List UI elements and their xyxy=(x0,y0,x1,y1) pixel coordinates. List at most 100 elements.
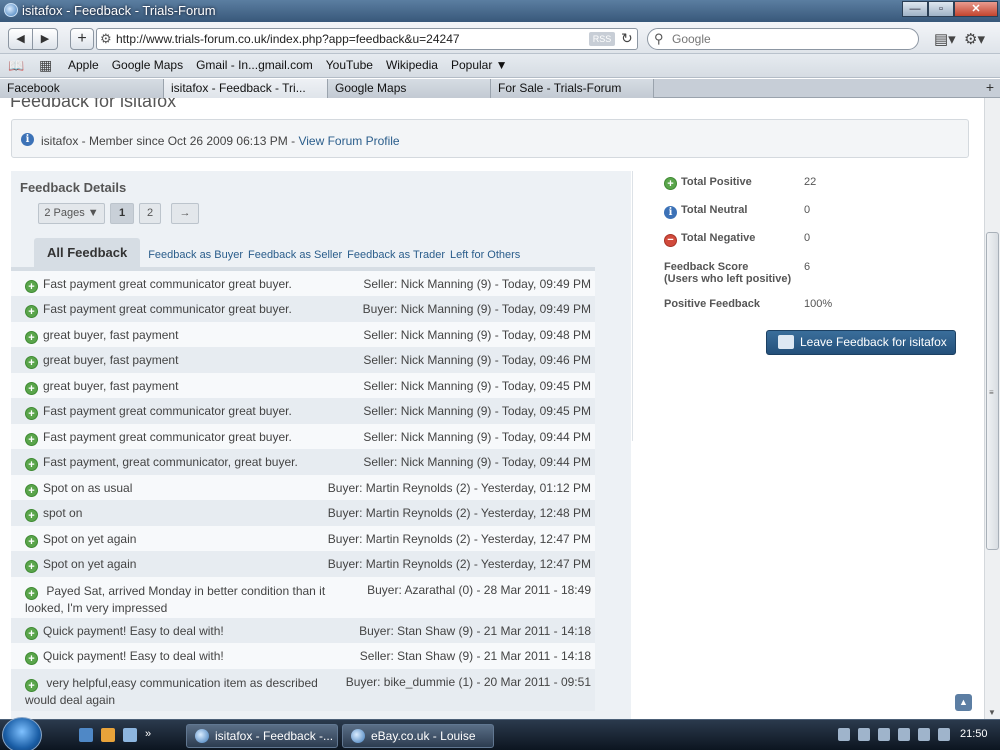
taskbar: » isitafox - Feedback -... eBay.co.uk - … xyxy=(0,717,1000,750)
address-bar[interactable]: ⚙ RSS ↻ xyxy=(96,28,638,50)
media-player-icon[interactable] xyxy=(101,728,115,742)
feedback-author: Buyer: Martin Reynolds (2) - Yesterday, … xyxy=(327,481,591,495)
tab-left-for-others[interactable]: Left for Others xyxy=(450,249,520,269)
gear-menu-icon[interactable]: ⚙▾ xyxy=(964,30,985,48)
tab-bar: Facebook isitafox - Feedback - Tri... Go… xyxy=(0,79,1000,98)
tab-for-sale[interactable]: For Sale - Trials-Forum xyxy=(491,79,654,98)
feedback-author: Buyer: Azarathal (0) - 28 Mar 2011 - 18:… xyxy=(367,583,591,597)
pages-dropdown[interactable]: 2 Pages ▼ xyxy=(38,203,105,224)
feedback-row: + spot on Buyer: Martin Reynolds (2) - Ye… xyxy=(11,500,595,526)
tray-icon-1[interactable] xyxy=(838,728,850,741)
member-info: isitafox - Member since Oct 26 2009 06:1… xyxy=(41,134,400,148)
forward-button[interactable]: ▶ xyxy=(33,28,58,50)
tab-feedback-as-seller[interactable]: Feedback as Seller xyxy=(248,249,342,269)
bookmark-youtube[interactable]: YouTube xyxy=(326,58,373,72)
bookmark-popular-menu[interactable]: Popular ▼ xyxy=(451,58,508,72)
page-title: Feedback for isitafox xyxy=(10,98,177,111)
taskbar-item-feedback[interactable]: isitafox - Feedback -... xyxy=(186,724,338,748)
site-settings-icon[interactable]: ⚙ xyxy=(100,31,112,47)
total-negative-value: 0 xyxy=(804,232,811,244)
feedback-comment: Fast payment great communicator great bu… xyxy=(43,430,292,444)
feedback-row: + great buyer, fast payment Seller: Nick … xyxy=(11,347,595,373)
volume-icon[interactable] xyxy=(938,728,950,741)
member-info-box: i isitafox - Member since Oct 26 2009 06… xyxy=(11,119,969,158)
positive-icon: + xyxy=(25,509,38,522)
network-icon[interactable] xyxy=(918,728,930,741)
vertical-scrollbar[interactable]: ≡ ▼ xyxy=(984,98,1000,719)
page-2-button[interactable]: 2 xyxy=(139,203,161,224)
close-button[interactable]: ✕ xyxy=(954,1,998,17)
add-bookmark-button[interactable]: + xyxy=(70,28,94,50)
window-title: isitafox - Feedback - Trials-Forum xyxy=(22,3,216,18)
bookmarks-bar: 📖 ▦ Apple Google Maps Gmail - In...gmail… xyxy=(0,54,1000,78)
positive-icon: + xyxy=(25,484,38,497)
tab-feedback-as-buyer[interactable]: Feedback as Buyer xyxy=(148,249,243,269)
bookmark-apple[interactable]: Apple xyxy=(68,58,99,72)
title-bar: isitafox - Feedback - Trials-Forum — ▫ ✕ xyxy=(0,0,1000,22)
feedback-comment: Fast payment, great communicator, great … xyxy=(43,455,298,469)
scroll-down-arrow-icon[interactable]: ▼ xyxy=(988,708,996,717)
tray-icon-2[interactable] xyxy=(858,728,870,741)
feedback-score-value: 6 xyxy=(804,261,811,273)
minimize-button[interactable]: — xyxy=(902,1,928,17)
rss-button[interactable]: RSS xyxy=(589,32,615,46)
browser-quicklaunch-icon[interactable] xyxy=(123,728,137,742)
positive-icon: + xyxy=(25,407,38,420)
feedback-comment: spot on xyxy=(43,506,83,520)
leave-feedback-label: Leave Feedback for isitafox xyxy=(800,335,947,349)
negative-icon: − xyxy=(664,234,677,247)
tray-icon-4[interactable] xyxy=(898,728,910,741)
maximize-button[interactable]: ▫ xyxy=(928,1,954,17)
tab-google-maps[interactable]: Google Maps xyxy=(328,79,491,98)
search-box[interactable]: ⚲ xyxy=(647,28,919,50)
tab-feedback[interactable]: isitafox - Feedback - Tri... xyxy=(164,79,328,98)
feedback-author: Seller: Nick Manning (9) - Today, 09:45 … xyxy=(363,404,591,418)
system-tray xyxy=(838,728,958,741)
back-button[interactable]: ◀ xyxy=(8,28,33,50)
leave-feedback-button[interactable]: Leave Feedback for isitafox xyxy=(766,330,956,355)
next-page-button[interactable]: → xyxy=(171,203,199,224)
feedback-author: Seller: Nick Manning (9) - Today, 09:46 … xyxy=(363,353,591,367)
page-menu-icon[interactable]: ▤▾ xyxy=(934,30,956,48)
new-tab-button[interactable]: + xyxy=(986,79,994,95)
tab-facebook[interactable]: Facebook xyxy=(0,79,164,98)
feedback-comment: Quick payment! Easy to deal with! xyxy=(43,649,224,663)
quicklaunch-overflow-icon[interactable]: » xyxy=(145,728,151,742)
top-sites-grid-icon[interactable]: ▦ xyxy=(39,57,52,74)
positive-icon: + xyxy=(25,331,38,344)
tab-all-feedback[interactable]: All Feedback xyxy=(34,238,141,269)
show-desktop-icon[interactable] xyxy=(79,728,93,742)
feedback-author: Seller: Nick Manning (9) - Today, 09:44 … xyxy=(363,455,591,469)
start-button[interactable] xyxy=(2,717,42,750)
feedback-comment: Payed Sat, arrived Monday in better cond… xyxy=(25,584,326,615)
taskbar-item-ebay[interactable]: eBay.co.uk - Louise xyxy=(342,724,494,748)
total-neutral-value: 0 xyxy=(804,204,811,216)
bookmark-gmail[interactable]: Gmail - In...gmail.com xyxy=(196,58,313,72)
feedback-row: + Fast payment great communicator great b… xyxy=(11,424,595,449)
bookmark-google-maps[interactable]: Google Maps xyxy=(112,58,183,72)
feedback-row: + Fast payment great communicator great b… xyxy=(11,296,595,322)
url-input[interactable] xyxy=(116,31,576,47)
tab-feedback-as-trader[interactable]: Feedback as Trader xyxy=(347,249,445,269)
browser-toolbar: ◀ ▶ + ⚙ RSS ↻ ⚲ ▤▾ ⚙▾ xyxy=(0,22,1000,54)
feedback-author: Seller: Nick Manning (9) - Today, 09:48 … xyxy=(363,328,591,342)
user-feedback-icon xyxy=(778,335,794,349)
feedback-details-panel: Feedback Details 2 Pages ▼ 1 2 → All Fee… xyxy=(11,171,631,719)
stat-positive-feedback-label: Positive Feedback xyxy=(664,298,760,310)
bookmarks-book-icon[interactable]: 📖 xyxy=(8,58,24,74)
bookmark-items: Apple Google Maps Gmail - In...gmail.com… xyxy=(68,58,521,72)
search-input[interactable] xyxy=(672,32,912,46)
scroll-to-top-button[interactable]: ▲ xyxy=(955,694,972,711)
positive-icon: + xyxy=(25,587,38,600)
reload-icon[interactable]: ↻ xyxy=(621,30,633,47)
feedback-row: + Spot on as usual Buyer: Martin Reynolds… xyxy=(11,475,595,500)
feedback-author: Buyer: Martin Reynolds (2) - Yesterday, … xyxy=(327,557,591,571)
clock[interactable]: 21:50 xyxy=(960,728,988,740)
positive-icon: + xyxy=(25,356,38,369)
tray-icon-3[interactable] xyxy=(878,728,890,741)
feedback-row: + Spot on yet again Buyer: Martin Reynold… xyxy=(11,526,595,551)
pagination: 2 Pages ▼ 1 2 → xyxy=(38,203,204,224)
page-1-button[interactable]: 1 xyxy=(110,203,134,224)
bookmark-wikipedia[interactable]: Wikipedia xyxy=(386,58,438,72)
view-profile-link[interactable]: View Forum Profile xyxy=(298,134,399,148)
